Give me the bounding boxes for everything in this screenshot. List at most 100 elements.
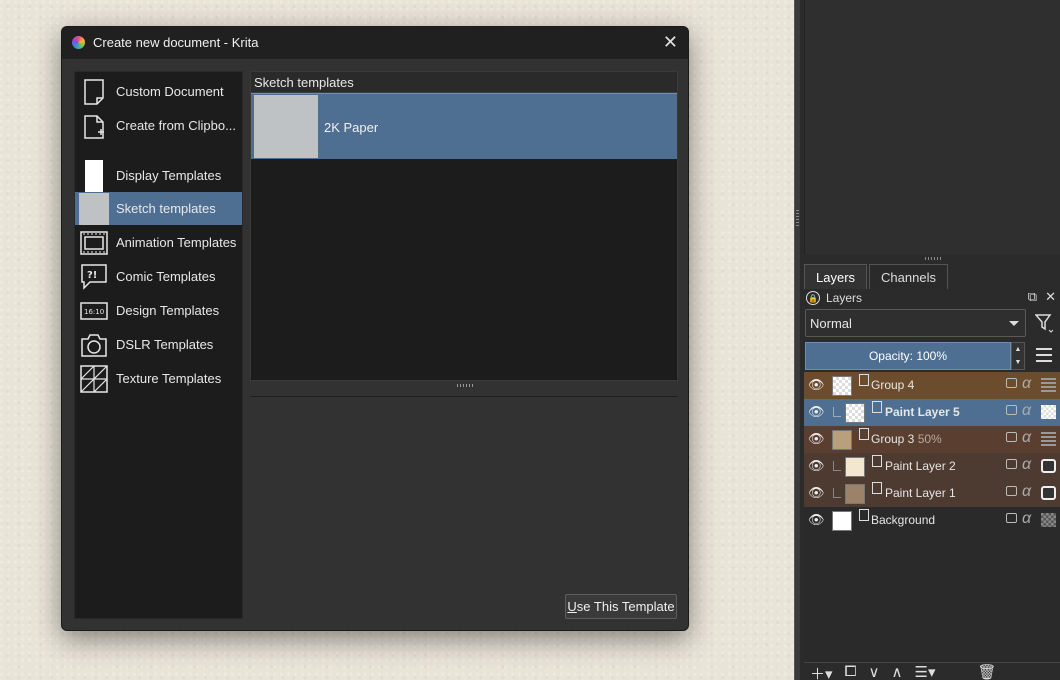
layer-thumbnail bbox=[845, 403, 865, 423]
docker-title: Layers bbox=[826, 291, 863, 305]
duplicate-icon[interactable]: ⧠ bbox=[845, 663, 857, 680]
pass-through-icon[interactable] bbox=[1041, 432, 1056, 446]
krita-logo-icon bbox=[72, 36, 85, 49]
delete-icon[interactable]: 🗑 bbox=[978, 663, 997, 680]
category-design-templates[interactable]: 16:10 Design Templates bbox=[75, 294, 242, 327]
pass-through-icon[interactable] bbox=[1041, 378, 1056, 392]
move-down-icon[interactable]: ∨ bbox=[869, 663, 880, 680]
category-custom-document[interactable]: Custom Document bbox=[75, 75, 242, 108]
layer-row[interactable]: 👁 Background α bbox=[804, 507, 1060, 534]
category-sketch-templates[interactable]: Sketch templates bbox=[75, 192, 242, 225]
category-display-templates[interactable]: Display Templates bbox=[75, 159, 242, 192]
category-label: Texture Templates bbox=[116, 371, 222, 386]
template-description-pane bbox=[250, 396, 678, 618]
layer-row[interactable]: 👁 Group 3 50% α bbox=[804, 426, 1060, 453]
category-label: Animation Templates bbox=[116, 235, 237, 250]
empty-docker-area bbox=[804, 0, 1060, 254]
docker-lock-icon[interactable]: 🔒 bbox=[806, 291, 820, 305]
category-label: Comic Templates bbox=[116, 269, 216, 284]
lock-icon[interactable] bbox=[1006, 405, 1017, 415]
blank-page-icon bbox=[84, 78, 104, 105]
template-list-pane: Sketch templates 2K Paper bbox=[250, 71, 678, 381]
splitter-grip bbox=[796, 210, 799, 226]
lock-icon[interactable] bbox=[1006, 378, 1017, 388]
layer-name: Group 3 50% bbox=[871, 432, 942, 446]
spin-down-icon[interactable]: ▼ bbox=[1015, 359, 1022, 366]
alpha-lock-icon[interactable]: α bbox=[1022, 483, 1031, 501]
layer-name: Paint Layer 5 bbox=[885, 405, 960, 419]
chevron-down-icon bbox=[1009, 321, 1019, 326]
category-animation-templates[interactable]: Animation Templates bbox=[75, 226, 242, 259]
layer-name: Paint Layer 1 bbox=[885, 486, 956, 500]
lock-icon[interactable] bbox=[1006, 459, 1017, 469]
layer-row[interactable]: 👁 Group 4 α bbox=[804, 372, 1060, 399]
close-docker-icon[interactable]: ✕ bbox=[1045, 289, 1056, 305]
visibility-eye-icon[interactable]: 👁 bbox=[808, 485, 825, 501]
move-up-icon[interactable]: ∧ bbox=[892, 663, 903, 680]
alpha-lock-icon[interactable]: α bbox=[1022, 510, 1031, 528]
visibility-eye-icon[interactable]: 👁 bbox=[808, 458, 825, 474]
filter-icon[interactable] bbox=[1034, 313, 1054, 333]
layer-thumbnail bbox=[832, 430, 852, 450]
camera-icon bbox=[81, 333, 107, 357]
docker-resize-grip[interactable] bbox=[925, 257, 943, 260]
button-label: se This Template bbox=[576, 599, 675, 614]
paint-layer-icon bbox=[872, 455, 882, 467]
tab-layers[interactable]: Layers bbox=[804, 264, 868, 289]
tree-connector bbox=[833, 407, 841, 417]
lock-icon[interactable] bbox=[1006, 432, 1017, 442]
paint-layer-icon bbox=[872, 482, 882, 494]
docker-splitter[interactable] bbox=[794, 0, 800, 680]
inherit-alpha-icon[interactable] bbox=[1041, 459, 1056, 473]
inherit-alpha-icon[interactable] bbox=[1041, 486, 1056, 500]
alpha-lock-icon[interactable]: α bbox=[1022, 456, 1031, 474]
visibility-eye-icon[interactable]: 👁 bbox=[808, 377, 825, 393]
layer-name: Background bbox=[871, 513, 936, 527]
blend-mode-select[interactable]: Normal bbox=[805, 309, 1026, 337]
tab-channels[interactable]: Channels bbox=[869, 264, 948, 289]
layer-row[interactable]: 👁 Paint Layer 1 α bbox=[804, 480, 1060, 507]
opacity-spinner[interactable]: ▲ ▼ bbox=[1011, 342, 1025, 370]
visibility-eye-icon[interactable]: 👁 bbox=[808, 404, 825, 420]
category-texture-templates[interactable]: Texture Templates bbox=[75, 362, 242, 395]
layer-row[interactable]: 👁 Paint Layer 2 α bbox=[804, 453, 1060, 480]
category-create-from-clipboard[interactable]: Create from Clipbo... bbox=[75, 109, 242, 142]
add-layer-icon[interactable]: ＋▾ bbox=[810, 663, 833, 680]
opacity-slider[interactable]: Opacity: 100% bbox=[805, 342, 1011, 370]
category-dslr-templates[interactable]: DSLR Templates bbox=[75, 328, 242, 361]
dialog-titlebar[interactable]: Create new document - Krita ✕ bbox=[62, 27, 688, 59]
category-comic-templates[interactable]: ?! Comic Templates bbox=[75, 260, 242, 293]
visibility-eye-icon[interactable]: 👁 bbox=[808, 512, 825, 528]
pane-splitter-grip[interactable] bbox=[457, 384, 475, 387]
alpha-lock-icon[interactable]: α bbox=[1022, 402, 1031, 420]
use-this-template-button[interactable]: Use This Template bbox=[565, 594, 677, 619]
layers-docker-header: 🔒 Layers ⧉ ✕ bbox=[804, 289, 1060, 307]
layer-thumbnail bbox=[832, 376, 852, 396]
template-item-2k-paper[interactable]: 2K Paper bbox=[251, 93, 677, 159]
inherit-alpha-icon[interactable] bbox=[1041, 513, 1056, 527]
template-category-list: Custom Document Create from Clipbo... Di… bbox=[74, 71, 243, 619]
layer-options-menu-icon[interactable] bbox=[1036, 348, 1052, 362]
layer-thumbnail bbox=[845, 484, 865, 504]
layer-name: Paint Layer 2 bbox=[885, 459, 956, 473]
float-docker-icon[interactable]: ⧉ bbox=[1028, 289, 1037, 305]
group-layer-icon bbox=[859, 374, 869, 386]
layer-thumbnail bbox=[832, 511, 852, 531]
visibility-eye-icon[interactable]: 👁 bbox=[808, 431, 825, 447]
layer-row[interactable]: 👁 Paint Layer 5 α bbox=[804, 399, 1060, 426]
close-icon[interactable]: ✕ bbox=[663, 32, 678, 53]
aspect-ratio-icon: 16:10 bbox=[80, 301, 108, 320]
category-label: Custom Document bbox=[116, 84, 224, 99]
alpha-lock-icon[interactable]: α bbox=[1022, 429, 1031, 447]
layers-list: 👁 Group 4 α 👁 Paint Layer 5 α 👁 Group 3 … bbox=[804, 372, 1060, 662]
inherit-alpha-icon[interactable] bbox=[1041, 405, 1056, 419]
properties-icon[interactable]: ☰▾ bbox=[915, 663, 936, 680]
opacity-label: Opacity: 100% bbox=[868, 349, 948, 363]
lock-icon[interactable] bbox=[1006, 513, 1017, 523]
layer-opacity-suffix: 50% bbox=[917, 432, 942, 446]
spin-up-icon[interactable]: ▲ bbox=[1015, 346, 1022, 353]
category-label: Sketch templates bbox=[116, 201, 216, 216]
clipboard-page-icon bbox=[84, 114, 104, 139]
alpha-lock-icon[interactable]: α bbox=[1022, 375, 1031, 393]
lock-icon[interactable] bbox=[1006, 486, 1017, 496]
